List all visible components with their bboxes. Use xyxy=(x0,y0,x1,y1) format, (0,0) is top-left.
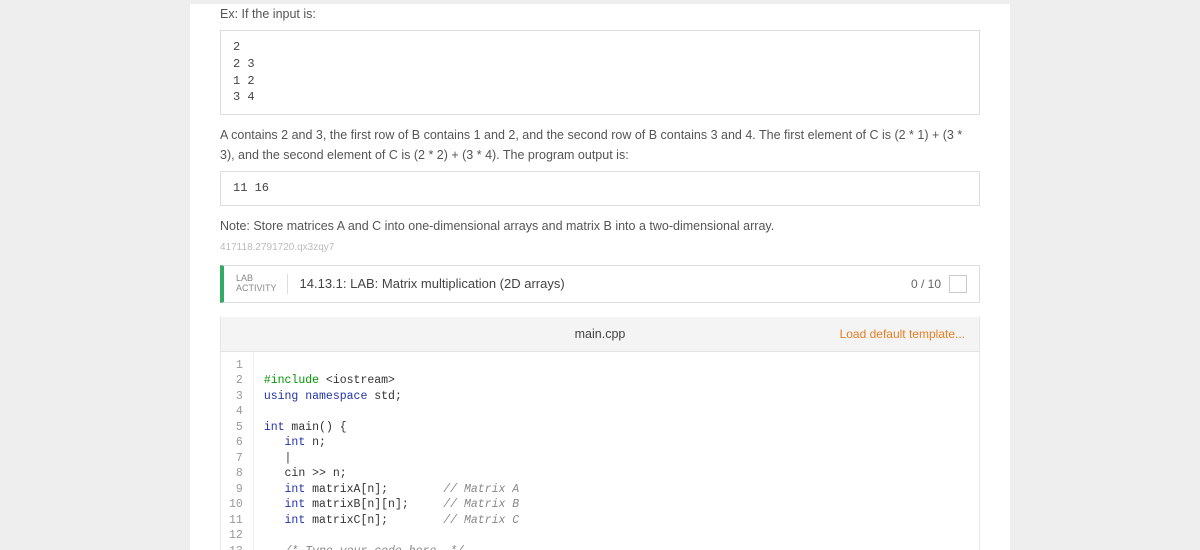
lab-header: LAB ACTIVITY 14.13.1: LAB: Matrix multip… xyxy=(220,265,980,303)
input-sample-box: 2 2 3 1 2 3 4 xyxy=(220,30,980,115)
load-default-template-link[interactable]: Load default template... xyxy=(840,327,965,341)
code-editor[interactable]: 1 2 3 4 5 6 7 8 9 10 11 12 13 14 15 16 xyxy=(220,352,980,550)
meta-id: 417118.2791720.qx3zqy7 xyxy=(220,242,980,253)
score-box-icon[interactable] xyxy=(949,275,967,293)
file-bar: main.cpp Load default template... xyxy=(220,317,980,352)
code-area[interactable]: #include <iostream> using namespace std;… xyxy=(254,352,979,550)
example-label: Ex: If the input is: xyxy=(220,4,980,24)
lab-score: 0 / 10 xyxy=(911,277,941,291)
file-name: main.cpp xyxy=(575,327,626,341)
lab-title: 14.13.1: LAB: Matrix multiplication (2D … xyxy=(300,276,565,291)
note-text: Note: Store matrices A and C into one-di… xyxy=(220,216,980,236)
output-sample-box: 11 16 xyxy=(220,171,980,206)
gutter: 1 2 3 4 5 6 7 8 9 10 11 12 13 14 15 16 xyxy=(221,352,254,550)
desc-text: A contains 2 and 3, the first row of B c… xyxy=(220,125,980,165)
lab-tag: LAB ACTIVITY xyxy=(236,274,288,294)
